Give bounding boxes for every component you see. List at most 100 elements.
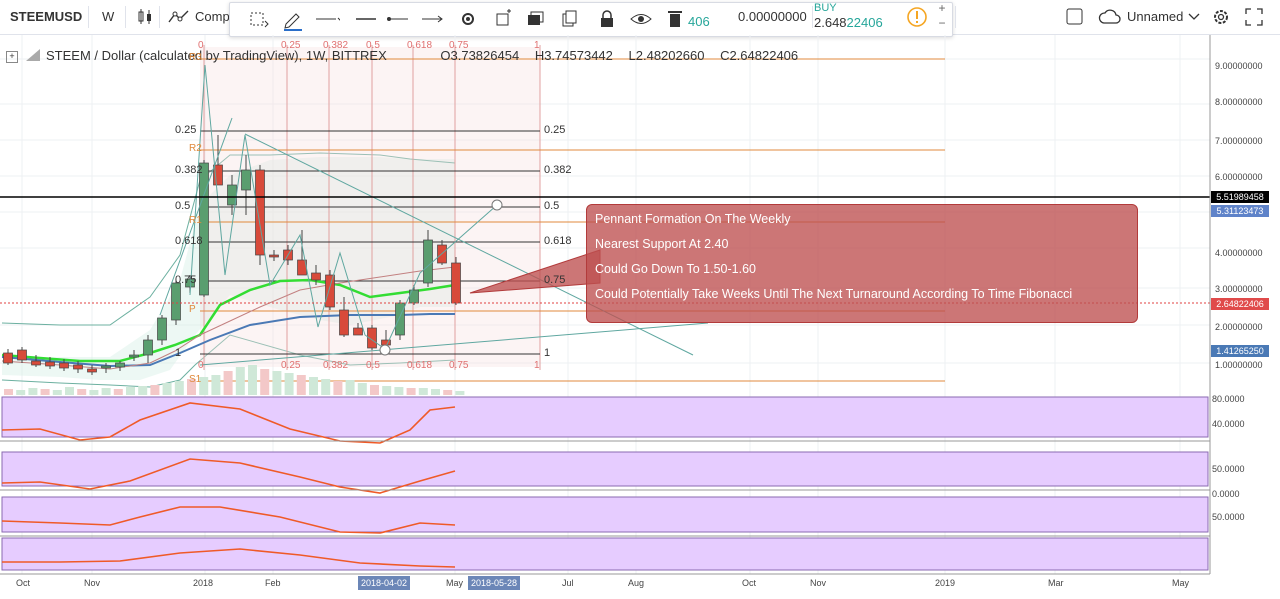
fib-time-label-top: 1 [534, 40, 540, 51]
settings-icon[interactable] [455, 7, 481, 31]
volume-bar [248, 365, 257, 395]
legend-close: C2.64822406 [720, 48, 799, 63]
volume-bar [4, 389, 13, 395]
candle-body [59, 362, 69, 369]
symbol-search[interactable]: STEEMUSD [10, 0, 82, 34]
volume-bar [345, 380, 355, 395]
divider [159, 6, 160, 28]
chevron-down-icon[interactable] [1188, 12, 1200, 22]
divider [955, 6, 956, 28]
trash-icon[interactable] [662, 7, 688, 31]
candle-body [423, 239, 433, 284]
candle-body [87, 368, 97, 373]
line-width-icon[interactable] [354, 7, 380, 31]
legend-low: L2.48202660 [628, 48, 705, 63]
arrow-line-icon[interactable] [420, 7, 446, 31]
clone-icon[interactable] [558, 7, 584, 31]
fullscreen-icon[interactable] [1244, 7, 1264, 27]
candle-body [31, 360, 41, 366]
buy-button[interactable]: BUY 2.64822406 [814, 2, 892, 32]
volume-bar [16, 390, 26, 395]
candle-body [353, 327, 363, 336]
time-axis-label: Nov [810, 578, 827, 588]
fib-level-label-left: 0.75 [175, 274, 197, 286]
visibility-icon[interactable] [628, 7, 654, 31]
alert-icon[interactable] [906, 6, 928, 28]
layout-name[interactable]: Unnamed [1127, 0, 1183, 34]
volume-bar [394, 387, 404, 395]
volume-bar [260, 369, 270, 395]
interval-button[interactable]: W [102, 0, 114, 34]
volume-bar [272, 371, 282, 395]
indicator-axis-label: 50.0000 [1212, 464, 1245, 474]
pivot-label: R3 [189, 52, 202, 63]
candle-body [395, 302, 405, 336]
gear-icon[interactable] [1211, 7, 1231, 27]
line-style-icon[interactable] [314, 7, 340, 31]
time-axis-label: May [446, 578, 464, 588]
chart-legend: + STEEM / Dollar (calculated by TradingVi… [6, 48, 798, 63]
volume-bar [211, 375, 221, 395]
time-axis-label: 2018 [193, 578, 214, 588]
sell-price[interactable]: 0.00000000 [738, 0, 807, 34]
candle-body [157, 317, 167, 341]
price-axis-label: 4.00000000 [1215, 248, 1263, 258]
fib-time-label-top: 0.5 [366, 40, 380, 51]
price-tag-close: 2.64822406 [1211, 298, 1269, 310]
annotation-line: Pennant Formation On The Weekly [595, 212, 791, 226]
fib-time-label-top: 0.25 [281, 40, 301, 51]
pencil-icon[interactable] [280, 7, 306, 31]
fib-level-label-left: 0.618 [175, 235, 203, 247]
candle-body [339, 309, 349, 336]
drawing-handle[interactable] [491, 199, 503, 211]
volume-bar [284, 373, 294, 395]
fib-level-label-right: 0.75 [544, 274, 566, 286]
volume-bar [223, 371, 233, 395]
checkbox-icon[interactable] [1066, 8, 1084, 26]
fib-level-label-right: 0.618 [544, 235, 572, 247]
time-axis-label: May [1172, 578, 1190, 588]
compare-button[interactable]: Comp [195, 0, 230, 34]
time-axis-label: Oct [742, 578, 757, 588]
crosshair-icon[interactable] [246, 7, 272, 31]
price-tag-blue: 5.31123473 [1211, 205, 1269, 217]
volume-bar [357, 383, 367, 395]
annotation-line: Could Potentially Take Weeks Until The N… [595, 287, 1073, 301]
candle-body [45, 361, 55, 367]
zoom-in-button[interactable]: + [935, 1, 949, 16]
time-highlight: 2018-04-02 [358, 576, 411, 590]
fib-time-label-bottom: 0 [198, 360, 204, 371]
time-highlight: 2018-05-28 [468, 576, 521, 590]
annotation-callout[interactable]: Pennant Formation On The Weekly Nearest … [586, 204, 1138, 323]
volume-bar [418, 388, 428, 395]
volume-bar [431, 389, 440, 395]
volume-bar [162, 383, 172, 395]
partial-sell-price: 406 [688, 14, 710, 29]
volume-bar [101, 388, 111, 395]
drawing-handle[interactable] [379, 344, 391, 356]
volume-bar [370, 385, 379, 395]
line-start-icon[interactable] [386, 7, 412, 31]
candles-icon[interactable] [137, 8, 153, 26]
price-tag-line: 5.51989458 [1211, 191, 1269, 203]
fib-level-label-right: 0.25 [544, 124, 566, 136]
fib-time-label-bottom: 0.382 [323, 360, 349, 371]
add-to-alert-icon[interactable] [490, 7, 516, 31]
candle-body [199, 162, 209, 296]
layers-icon[interactable] [522, 7, 548, 31]
candle-body [17, 349, 27, 361]
cloud-icon[interactable] [1098, 9, 1122, 25]
fib-time-label-bottom: 0.618 [407, 360, 433, 371]
collapse-icon[interactable]: + [6, 51, 18, 63]
divider [125, 6, 126, 28]
indicators-icon[interactable] [168, 8, 190, 26]
candle-body [311, 272, 321, 281]
fib-level-label-left: 0.382 [175, 164, 203, 176]
zoom-out-button[interactable]: − [935, 16, 949, 31]
fib-level-label-right: 0.5 [544, 200, 560, 212]
fib-time-label-top: 0.75 [449, 40, 469, 51]
buy-label: BUY [814, 2, 837, 14]
volume-bar [65, 387, 74, 395]
lock-icon[interactable] [594, 7, 620, 31]
time-axis-label: Oct [16, 578, 31, 588]
